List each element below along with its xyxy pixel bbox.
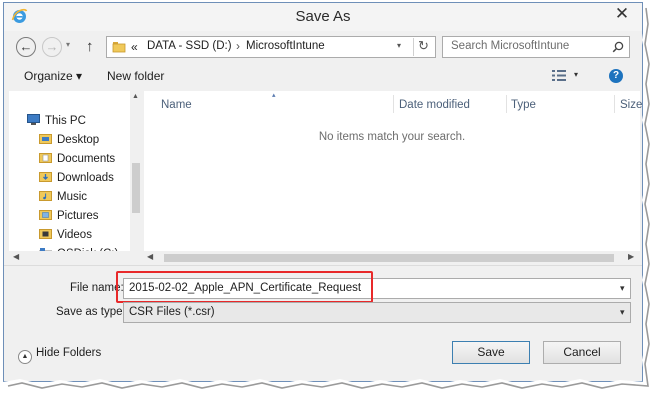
sidebar-item-label: Downloads: [57, 172, 114, 184]
videos-folder-icon: [39, 229, 52, 239]
sidebar-item-label: Documents: [57, 153, 116, 165]
sidebar-item-music[interactable]: Music: [39, 188, 87, 206]
scrollbar-thumb[interactable]: [132, 163, 140, 213]
scroll-left-arrow-icon[interactable]: ◀: [147, 252, 153, 261]
change-view-button[interactable]: [552, 70, 566, 84]
file-list-horizontal-scrollbar[interactable]: ◀ ▶: [144, 251, 640, 265]
cancel-button[interactable]: Cancel: [543, 341, 621, 364]
sidebar-item-pictures[interactable]: Pictures: [39, 207, 99, 225]
back-arrow-icon: ←: [19, 39, 33, 54]
sidebar-item-desktop[interactable]: Desktop: [39, 131, 99, 149]
scroll-left-arrow-icon[interactable]: ◀: [13, 252, 19, 261]
save-as-dialog: Save As ✕ ← → ▾ ↑ « DATA - SSD (D:) › Mi…: [3, 2, 643, 382]
sidebar-item-label: Desktop: [57, 134, 100, 146]
save-button[interactable]: Save: [452, 341, 530, 364]
forward-button[interactable]: →: [42, 37, 62, 57]
sidebar-item-this-pc[interactable]: This PC: [27, 112, 86, 130]
music-folder-icon: [39, 191, 52, 201]
close-icon: ✕: [614, 4, 630, 23]
sidebar-item-documents[interactable]: Documents: [39, 150, 115, 168]
close-button[interactable]: ✕: [608, 4, 636, 24]
recent-locations-dropdown[interactable]: ▾: [66, 40, 70, 49]
search-icon[interactable]: [612, 41, 624, 53]
sidebar-item-videos[interactable]: Videos: [39, 226, 92, 244]
collapse-up-icon: ▲: [18, 350, 32, 364]
window-title: Save As: [295, 8, 351, 25]
address-bar[interactable]: « DATA - SSD (D:) › MicrosoftIntune ▾ ↻: [106, 36, 436, 58]
savetype-label: Save as type:: [56, 306, 126, 318]
column-header-size[interactable]: Size: [620, 99, 642, 111]
up-arrow-icon: ↑: [86, 38, 94, 55]
desktop-folder-icon: [39, 134, 52, 144]
sidebar-item-label: Music: [57, 191, 88, 203]
scrollbar-thumb[interactable]: [164, 254, 614, 262]
documents-folder-icon: [39, 153, 52, 163]
details-view-icon: [552, 70, 566, 81]
sidebar-item-label: Videos: [57, 229, 92, 241]
address-segment-drive[interactable]: DATA - SSD (D:): [147, 40, 232, 52]
savetype-dropdown-chevron[interactable]: ▾: [620, 303, 625, 322]
scroll-right-arrow-icon[interactable]: ▶: [628, 252, 634, 261]
search-input[interactable]: Search MicrosoftIntune: [451, 40, 569, 52]
navigation-horizontal-scrollbar[interactable]: ◀: [9, 251, 142, 265]
address-segment-folder[interactable]: MicrosoftIntune: [246, 40, 325, 52]
forward-arrow-icon: →: [45, 39, 59, 54]
divider: [4, 265, 642, 266]
hide-folders-label: Hide Folders: [36, 347, 102, 359]
address-dropdown-chevron[interactable]: ▾: [397, 41, 401, 50]
empty-folder-message: No items match your search.: [318, 131, 466, 143]
column-divider[interactable]: [393, 95, 394, 113]
sidebar-item-downloads[interactable]: Downloads: [39, 169, 114, 187]
column-divider[interactable]: [614, 95, 615, 113]
refresh-icon[interactable]: ↻: [413, 38, 433, 56]
highlight-box: [116, 271, 373, 303]
computer-icon: [27, 114, 40, 125]
sort-indicator-icon: ▴: [272, 92, 276, 99]
scroll-up-arrow-icon[interactable]: ▲: [132, 93, 139, 100]
downloads-folder-icon: [39, 172, 52, 182]
new-folder-button[interactable]: New folder: [107, 69, 164, 83]
hide-folders-button[interactable]: ▲ Hide Folders: [18, 347, 101, 364]
back-button[interactable]: ←: [16, 37, 36, 57]
column-header-date-modified[interactable]: Date modified: [399, 99, 470, 111]
help-icon[interactable]: ?: [609, 69, 623, 83]
sidebar-item-label: Pictures: [57, 210, 99, 222]
column-header-name[interactable]: Name: [161, 99, 192, 111]
search-box[interactable]: Search MicrosoftIntune: [442, 36, 630, 58]
filename-dropdown-chevron[interactable]: ▾: [620, 279, 625, 298]
address-separator-chevron[interactable]: ›: [236, 39, 240, 53]
file-list-pane: ▴ Name Date modified Type Size No items …: [144, 91, 642, 265]
view-options-dropdown[interactable]: ▾: [574, 70, 578, 79]
savetype-select[interactable]: CSR Files (*.csr) ▾: [123, 302, 631, 323]
up-button[interactable]: ↑: [86, 38, 94, 56]
column-header-type[interactable]: Type: [511, 99, 536, 111]
savetype-value[interactable]: CSR Files (*.csr): [129, 306, 215, 318]
navigation-scrollbar[interactable]: ▲: [130, 91, 142, 251]
column-divider[interactable]: [506, 95, 507, 113]
navigation-pane: This PC Desktop Documents Downloads Musi…: [9, 91, 142, 265]
address-overflow-chevron[interactable]: «: [131, 40, 138, 54]
pictures-folder-icon: [39, 210, 52, 220]
organize-button[interactable]: Organize ▾: [24, 69, 82, 83]
sidebar-item-label: This PC: [45, 115, 86, 127]
folder-icon: [112, 42, 126, 53]
